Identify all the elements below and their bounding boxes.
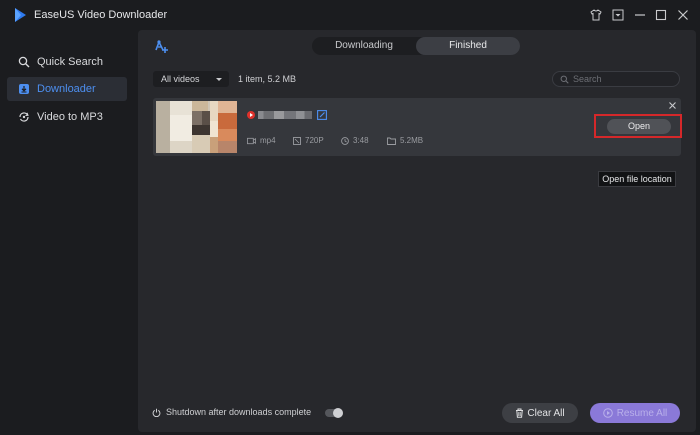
shutdown-label: Shutdown after downloads complete bbox=[166, 407, 312, 417]
video-filter-dropdown[interactable]: All videos bbox=[153, 71, 229, 87]
search-input[interactable] bbox=[573, 74, 673, 84]
download-item: mp4 720P 3:48 5.2MB Open bbox=[153, 98, 682, 156]
menu-icon[interactable] bbox=[610, 7, 626, 23]
edit-icon[interactable] bbox=[317, 110, 327, 120]
app-logo-icon bbox=[15, 8, 26, 22]
footer-bar: Shutdown after downloads complete Clear … bbox=[138, 400, 696, 432]
close-window-icon[interactable] bbox=[675, 7, 691, 23]
resume-all-button[interactable]: Resume All bbox=[590, 403, 680, 423]
sidebar-item-downloader[interactable]: Downloader bbox=[7, 77, 127, 101]
clock-icon bbox=[341, 136, 349, 145]
item-summary: 1 item, 5.2 MB bbox=[238, 74, 297, 84]
duration-meta: 3:48 bbox=[341, 136, 369, 145]
shutdown-option: Shutdown after downloads complete bbox=[152, 407, 311, 417]
main-panel: Downloading Finished All videos 1 item, … bbox=[138, 30, 696, 432]
skin-icon[interactable] bbox=[588, 7, 604, 23]
minimize-icon[interactable] bbox=[632, 7, 648, 23]
shutdown-toggle[interactable] bbox=[325, 408, 343, 418]
open-file-location-tooltip: Open file location bbox=[598, 171, 676, 187]
sidebar-item-label: Video to MP3 bbox=[37, 111, 103, 123]
clear-all-button[interactable]: Clear All bbox=[502, 403, 578, 423]
video-format: mp4 bbox=[260, 136, 276, 145]
tab-downloading[interactable]: Downloading bbox=[312, 37, 416, 55]
search-box[interactable] bbox=[552, 71, 680, 87]
tab-finished[interactable]: Finished bbox=[416, 37, 520, 55]
filter-value: All videos bbox=[161, 74, 200, 84]
youtube-icon bbox=[247, 111, 255, 119]
sidebar-item-video-to-mp3[interactable]: Video to MP3 bbox=[7, 105, 127, 129]
chevron-down-icon bbox=[216, 78, 222, 81]
size-meta: 5.2MB bbox=[387, 136, 423, 145]
video-icon bbox=[247, 137, 256, 144]
sidebar: Quick Search Downloader Video to MP3 bbox=[0, 30, 136, 435]
maximize-icon[interactable] bbox=[653, 7, 669, 23]
power-icon bbox=[152, 408, 161, 417]
video-resolution: 720P bbox=[305, 136, 324, 145]
video-duration: 3:48 bbox=[353, 136, 369, 145]
download-icon bbox=[19, 84, 29, 94]
sidebar-item-label: Downloader bbox=[37, 83, 96, 95]
sidebar-item-label: Quick Search bbox=[37, 56, 104, 68]
sidebar-item-quick-search[interactable]: Quick Search bbox=[7, 50, 127, 74]
resume-all-label: Resume All bbox=[616, 407, 668, 419]
format-meta: mp4 bbox=[247, 136, 276, 145]
convert-icon bbox=[19, 112, 29, 122]
trash-icon bbox=[516, 408, 524, 418]
search-icon bbox=[560, 75, 569, 84]
open-button-highlight: Open bbox=[594, 114, 682, 138]
blurred-title bbox=[258, 111, 312, 119]
title-bar: EaseUS Video Downloader bbox=[0, 0, 700, 30]
app-title: EaseUS Video Downloader bbox=[34, 9, 168, 21]
play-icon bbox=[602, 408, 613, 418]
folder-icon bbox=[387, 137, 396, 145]
video-size: 5.2MB bbox=[400, 136, 424, 145]
resolution-icon bbox=[293, 136, 301, 145]
video-title bbox=[247, 110, 327, 120]
remove-item-icon[interactable] bbox=[667, 100, 677, 110]
clear-all-label: Clear All bbox=[527, 407, 565, 419]
open-button[interactable]: Open bbox=[607, 119, 671, 134]
resolution-meta: 720P bbox=[293, 136, 324, 145]
video-thumbnail[interactable] bbox=[156, 101, 237, 153]
add-link-icon[interactable] bbox=[153, 38, 169, 54]
search-icon bbox=[18, 56, 30, 68]
status-tabs: Downloading Finished bbox=[312, 37, 520, 55]
